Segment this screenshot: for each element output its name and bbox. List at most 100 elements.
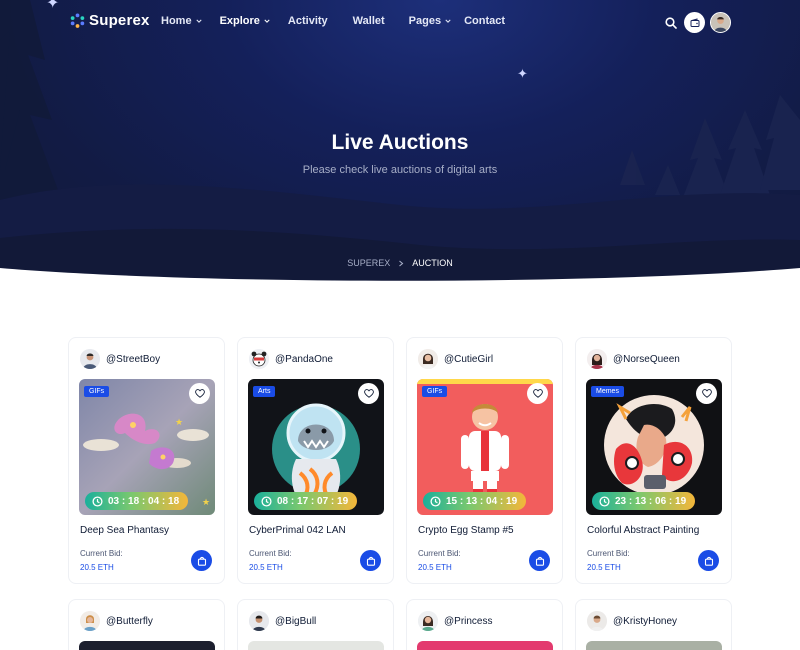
creator-avatar xyxy=(249,349,269,369)
nav-wallet-label: Wallet xyxy=(352,15,385,27)
countdown-timer: 03 : 18 : 04 : 18 xyxy=(85,492,189,510)
nav-explore-label: Explore xyxy=(219,15,260,27)
clock-icon xyxy=(261,495,272,507)
auction-card[interactable]: @CutieGirl GIFs 15: 13: 04: 19 Crypto… xyxy=(406,337,563,584)
like-button[interactable] xyxy=(189,383,210,404)
bid-value: 20.5 ETH xyxy=(587,563,621,572)
brand-name: Superex xyxy=(89,12,150,29)
breadcrumb-home[interactable]: SUPEREX xyxy=(347,258,390,268)
place-bid-button[interactable] xyxy=(529,550,550,571)
countdown-value: 03 : 18 : 04 : 18 xyxy=(108,495,180,507)
clock-icon xyxy=(599,495,610,507)
shopping-bag-icon xyxy=(366,556,375,566)
heart-icon xyxy=(701,389,712,398)
nav-home[interactable]: Home xyxy=(161,15,202,27)
like-button[interactable] xyxy=(527,383,548,404)
sparkle-icon: ✦ xyxy=(517,66,528,81)
nft-image[interactable]: Arts 08 : 17 : 07 : 19 xyxy=(248,379,384,515)
nft-title[interactable]: Crypto Egg Stamp #5 xyxy=(418,525,514,536)
place-bid-button[interactable] xyxy=(360,550,381,571)
card-creator: @KristyHoney xyxy=(587,611,677,631)
creator-username[interactable]: @Butterfly xyxy=(106,616,153,627)
nav-activity[interactable]: Activity xyxy=(288,15,328,27)
countdown-timer: 23 : 13 : 06 : 19 xyxy=(592,492,696,510)
nft-image[interactable]: GIFs 15 : 13 : 04 : 19 xyxy=(417,379,553,515)
creator-username[interactable]: @Princess xyxy=(444,616,493,627)
auction-card[interactable]: @Princess xyxy=(406,599,563,650)
breadcrumb-current: AUCTION xyxy=(412,258,453,268)
heart-icon xyxy=(532,389,543,398)
card-creator: @StreetBoy xyxy=(80,349,160,369)
creator-username[interactable]: @BigBull xyxy=(275,616,316,627)
user-avatar xyxy=(711,13,730,32)
bid-value: 20.5 ETH xyxy=(249,563,283,572)
creator-username[interactable]: @PandaOne xyxy=(275,354,333,365)
page-subtitle: Please check live auctions of digital ar… xyxy=(302,164,498,176)
creator-username[interactable]: @CutieGirl xyxy=(444,354,493,365)
bid-label: Current Bid: xyxy=(249,549,292,558)
auction-card[interactable]: @StreetBoy ★ ★ GIFs 03 : 18: 04: 18 De… xyxy=(68,337,225,584)
brand-logo[interactable]: Superex xyxy=(70,12,150,29)
like-button[interactable] xyxy=(696,383,717,404)
card-creator: @CutieGirl xyxy=(418,349,493,369)
card-creator: @PandaOne xyxy=(249,349,333,369)
shopping-bag-icon xyxy=(197,556,206,566)
main-menu: Home Explore Activity Wallet Pages Conta… xyxy=(161,15,523,27)
creator-avatar xyxy=(80,349,100,369)
bid-label: Current Bid: xyxy=(418,549,461,558)
nft-image[interactable] xyxy=(248,641,384,650)
auction-card[interactable]: @NorseQueen Memes 23 : 13 : 06 : 19 Colo… xyxy=(575,337,732,584)
nft-title[interactable]: Deep Sea Phantasy xyxy=(80,525,169,536)
countdown-value: 23 : 13 : 06 : 19 xyxy=(615,495,687,507)
nft-title[interactable]: CyberPrimal 042 LAN xyxy=(249,525,346,536)
nav-pages[interactable]: Pages xyxy=(409,15,451,27)
wallet-button[interactable] xyxy=(684,12,705,33)
nav-contact-label: Contact xyxy=(464,15,506,27)
card-creator: @BigBull xyxy=(249,611,316,631)
search-button[interactable] xyxy=(663,13,679,33)
countdown-value: 08 : 17 : 07 : 19 xyxy=(277,495,349,507)
creator-avatar xyxy=(80,611,100,631)
chevron-down-icon xyxy=(445,19,451,23)
nft-image[interactable]: ★ ★ GIFs 03 : 18 : 04 : 18 xyxy=(79,379,215,515)
place-bid-button[interactable] xyxy=(698,550,719,571)
nft-title[interactable]: Colorful Abstract Painting xyxy=(587,525,699,536)
creator-avatar xyxy=(418,611,438,631)
auction-card[interactable]: @PandaOne Arts 08 : 17 : 07 : 19 CyberPr… xyxy=(237,337,394,584)
svg-text:★: ★ xyxy=(175,417,183,427)
nft-image[interactable] xyxy=(417,641,553,650)
auction-card[interactable]: @Butterfly xyxy=(68,599,225,650)
nft-image[interactable] xyxy=(79,641,215,650)
card-creator: @Princess xyxy=(418,611,493,631)
nft-image[interactable] xyxy=(586,641,722,650)
card-creator: @Butterfly xyxy=(80,611,153,631)
bid-label: Current Bid: xyxy=(80,549,123,558)
nav-wallet[interactable]: Wallet xyxy=(353,15,385,27)
clock-icon xyxy=(92,495,103,507)
page-title: Live Auctions xyxy=(331,131,469,154)
creator-username[interactable]: @NorseQueen xyxy=(613,354,680,365)
place-bid-button[interactable] xyxy=(191,550,212,571)
user-avatar-button[interactable] xyxy=(710,12,731,33)
creator-username[interactable]: @StreetBoy xyxy=(106,354,160,365)
nft-image[interactable]: Memes 23 : 13 : 06 : 19 xyxy=(586,379,722,515)
category-badge: Arts xyxy=(253,386,276,397)
heart-icon xyxy=(363,389,374,398)
nav-contact[interactable]: Contact xyxy=(464,15,505,27)
auction-card[interactable]: @BigBull xyxy=(237,599,394,650)
chevron-down-icon xyxy=(195,19,202,23)
category-badge: GIFs xyxy=(422,386,448,397)
top-navigation: Superex Home Explore Activity Wallet Pag… xyxy=(0,0,800,44)
creator-avatar xyxy=(587,611,607,631)
nav-activity-label: Activity xyxy=(287,15,328,27)
nav-explore[interactable]: Explore xyxy=(220,15,270,27)
creator-username[interactable]: @KristyHoney xyxy=(613,616,677,627)
like-button[interactable] xyxy=(358,383,379,404)
auction-card[interactable]: @KristyHoney xyxy=(575,599,732,650)
card-creator: @NorseQueen xyxy=(587,349,680,369)
chevron-down-icon xyxy=(264,19,270,23)
svg-text:★: ★ xyxy=(202,497,210,507)
countdown-timer: 15 : 13 : 04 : 19 xyxy=(423,492,527,510)
category-badge: Memes xyxy=(591,386,624,397)
nav-actions xyxy=(663,12,731,33)
